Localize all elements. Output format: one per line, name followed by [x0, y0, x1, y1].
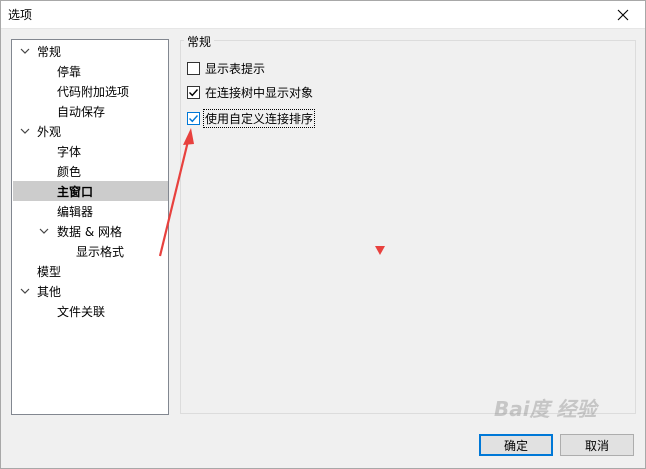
- option-custom-connection-sort[interactable]: 使用自定义连接排序: [187, 108, 316, 128]
- chevron-down-icon[interactable]: [19, 285, 31, 297]
- checkmark-icon: [189, 114, 199, 122]
- option-label: 使用自定义连接排序: [202, 108, 316, 128]
- option-label: 在连接树中显示对象: [205, 85, 314, 100]
- close-icon: [617, 9, 629, 20]
- tree-item-label: 编辑器: [57, 204, 94, 219]
- tree-item-label: 常规: [37, 44, 62, 59]
- chevron-down-icon[interactable]: [19, 125, 31, 137]
- cancel-button[interactable]: 取消: [560, 434, 634, 456]
- tree-item-file-association[interactable]: 文件关联: [13, 301, 168, 321]
- tree-item-editor[interactable]: 编辑器: [13, 201, 168, 221]
- checkbox[interactable]: [187, 85, 200, 99]
- tree-item-display-format[interactable]: 显示格式: [13, 241, 168, 261]
- tree-item-main-window[interactable]: 主窗口: [13, 181, 168, 201]
- red-triangle-marker-icon: [375, 246, 385, 255]
- checkbox[interactable]: [187, 61, 200, 75]
- tree-item-docking[interactable]: 停靠: [13, 61, 168, 81]
- tree-item-label: 其他: [37, 284, 62, 299]
- tree-item-label: 主窗口: [57, 184, 94, 199]
- ok-button[interactable]: 确定: [479, 434, 553, 456]
- chevron-down-icon[interactable]: [19, 45, 31, 57]
- window-title: 选项: [8, 8, 33, 22]
- tree-item-label: 自动保存: [57, 104, 106, 119]
- option-show-table-tips[interactable]: 显示表提示: [187, 59, 266, 77]
- tree-item-font[interactable]: 字体: [13, 141, 168, 161]
- title-bar: 选项: [0, 0, 646, 29]
- tree-item-label: 颜色: [57, 164, 82, 179]
- tree-item-other[interactable]: 其他: [13, 281, 168, 301]
- tree-item-label: 外观: [37, 124, 62, 139]
- option-show-objects-in-tree[interactable]: 在连接树中显示对象: [187, 83, 314, 101]
- options-tree[interactable]: 常规 停靠 代码附加选项 自动保存 外观 字体 颜色 主窗口 编辑器 数据 & …: [11, 39, 169, 415]
- tree-item-model[interactable]: 模型: [13, 261, 168, 281]
- tree-item-label: 文件关联: [57, 304, 106, 319]
- tree-item-label: 数据 & 网格: [57, 224, 122, 239]
- tree-item-code-options[interactable]: 代码附加选项: [13, 81, 168, 101]
- tree-item-label: 代码附加选项: [57, 84, 130, 99]
- tree-item-general[interactable]: 常规: [13, 41, 168, 61]
- tree-item-autosave[interactable]: 自动保存: [13, 101, 168, 121]
- chevron-down-icon[interactable]: [38, 225, 50, 237]
- tree-item-label: 显示格式: [76, 244, 125, 259]
- checkbox[interactable]: [187, 111, 200, 125]
- option-label: 显示表提示: [205, 61, 266, 76]
- tree-item-label: 停靠: [57, 64, 82, 79]
- tree-item-appearance[interactable]: 外观: [13, 121, 168, 141]
- groupbox-title: 常规: [184, 33, 215, 50]
- checkmark-icon: [189, 88, 199, 96]
- tree-item-color[interactable]: 颜色: [13, 161, 168, 181]
- tree-item-data-grid[interactable]: 数据 & 网格: [13, 221, 168, 241]
- close-button[interactable]: [600, 0, 646, 29]
- tree-item-label: 模型: [37, 264, 62, 279]
- tree-item-label: 字体: [57, 144, 82, 159]
